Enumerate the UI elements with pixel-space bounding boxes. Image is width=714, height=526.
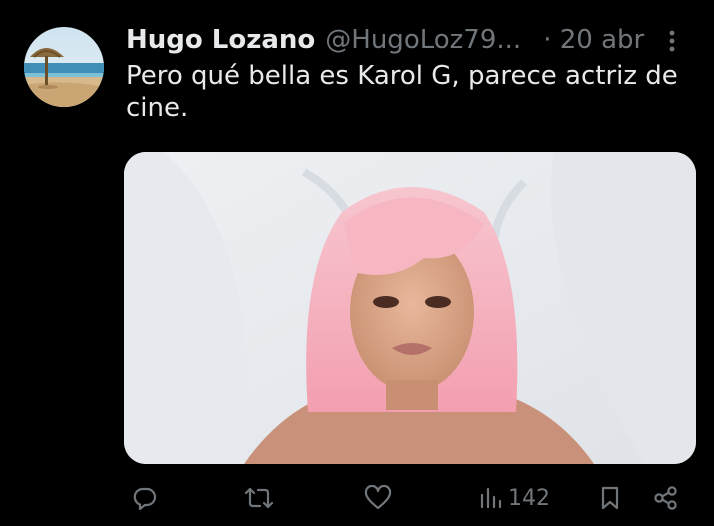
like-button[interactable] [364,478,392,518]
share-icon [654,486,677,510]
retweet-button[interactable] [244,478,274,518]
share-button[interactable] [652,478,680,518]
avatar[interactable] [24,27,104,107]
retweet-icon [244,487,274,509]
bookmark-icon [601,486,619,510]
timestamp[interactable]: · 20 abr [543,25,644,55]
bookmark-button[interactable] [598,478,622,518]
views-button[interactable]: 142 [478,478,550,518]
more-options-icon[interactable] [660,28,684,54]
tweet-media-image[interactable] [124,152,696,464]
author-name[interactable]: Hugo Lozano [126,25,315,55]
reply-icon [133,487,157,511]
bar-chart-icon [480,487,502,509]
reply-button[interactable] [132,478,158,518]
tweet-text: Pero qué bella es Karol G, parece actriz… [126,61,678,123]
views-count: 142 [508,485,550,511]
heart-icon [364,485,392,510]
author-handle[interactable]: @HugoLoz79... [325,25,521,55]
